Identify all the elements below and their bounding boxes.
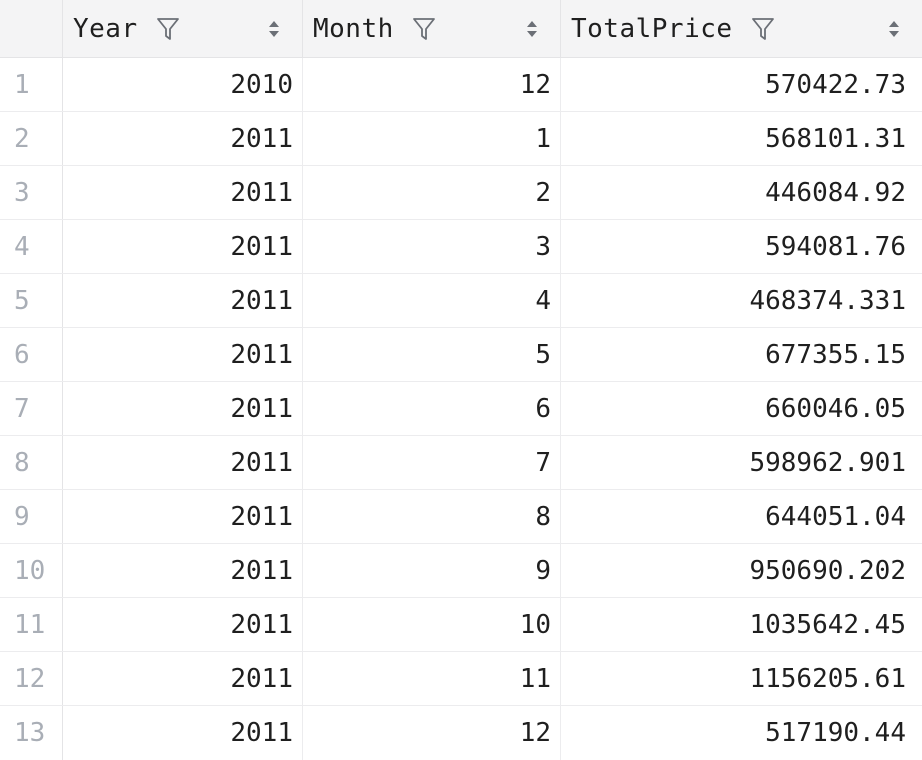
cell-month[interactable]: 2 <box>303 166 561 219</box>
cell-month[interactable]: 4 <box>303 274 561 327</box>
table-row[interactable]: 4 2011 3 594081.76 <box>0 220 922 274</box>
cell-year[interactable]: 2010 <box>63 58 303 111</box>
cell-totalprice[interactable]: 468374.331 <box>561 274 922 327</box>
cell-year[interactable]: 2011 <box>63 598 303 651</box>
row-number: 3 <box>0 166 63 219</box>
cell-month[interactable]: 12 <box>303 706 561 760</box>
row-number: 13 <box>0 706 63 760</box>
row-number: 10 <box>0 544 63 597</box>
table-row[interactable]: 10 2011 9 950690.202 <box>0 544 922 598</box>
cell-totalprice[interactable]: 660046.05 <box>561 382 922 435</box>
cell-month[interactable]: 6 <box>303 382 561 435</box>
table-row[interactable]: 2 2011 1 568101.31 <box>0 112 922 166</box>
cell-year[interactable]: 2011 <box>63 328 303 381</box>
table-row[interactable]: 5 2011 4 468374.331 <box>0 274 922 328</box>
column-header-totalprice[interactable]: TotalPrice <box>561 0 922 57</box>
cell-totalprice[interactable]: 517190.44 <box>561 706 922 760</box>
row-number: 11 <box>0 598 63 651</box>
column-header-month[interactable]: Month <box>303 0 561 57</box>
cell-totalprice[interactable]: 598962.901 <box>561 436 922 489</box>
filter-icon[interactable] <box>412 16 436 42</box>
cell-month[interactable]: 1 <box>303 112 561 165</box>
table-row[interactable]: 6 2011 5 677355.15 <box>0 328 922 382</box>
cell-year[interactable]: 2011 <box>63 544 303 597</box>
row-number: 7 <box>0 382 63 435</box>
cell-month[interactable]: 3 <box>303 220 561 273</box>
table-row[interactable]: 13 2011 12 517190.44 <box>0 706 922 760</box>
sort-icon[interactable] <box>888 20 900 38</box>
table-row[interactable]: 1 2010 12 570422.73 <box>0 58 922 112</box>
cell-year[interactable]: 2011 <box>63 436 303 489</box>
row-number: 8 <box>0 436 63 489</box>
row-number: 1 <box>0 58 63 111</box>
cell-totalprice[interactable]: 570422.73 <box>561 58 922 111</box>
cell-year[interactable]: 2011 <box>63 490 303 543</box>
grid-header: Year Month TotalPrice <box>0 0 922 58</box>
cell-totalprice[interactable]: 1156205.61 <box>561 652 922 705</box>
cell-totalprice[interactable]: 446084.92 <box>561 166 922 219</box>
row-number: 6 <box>0 328 63 381</box>
cell-totalprice[interactable]: 644051.04 <box>561 490 922 543</box>
cell-totalprice[interactable]: 594081.76 <box>561 220 922 273</box>
cell-year[interactable]: 2011 <box>63 274 303 327</box>
table-row[interactable]: 3 2011 2 446084.92 <box>0 166 922 220</box>
column-label-totalprice: TotalPrice <box>571 13 733 44</box>
cell-year[interactable]: 2011 <box>63 220 303 273</box>
cell-month[interactable]: 9 <box>303 544 561 597</box>
row-number: 2 <box>0 112 63 165</box>
filter-icon[interactable] <box>156 16 180 42</box>
grid-body: 1 2010 12 570422.73 2 2011 1 568101.31 3… <box>0 58 922 760</box>
sort-icon[interactable] <box>268 20 280 38</box>
column-header-year[interactable]: Year <box>63 0 303 57</box>
cell-month[interactable]: 7 <box>303 436 561 489</box>
column-label-year: Year <box>73 13 138 44</box>
column-label-month: Month <box>313 13 394 44</box>
row-number: 9 <box>0 490 63 543</box>
row-number: 4 <box>0 220 63 273</box>
cell-month[interactable]: 5 <box>303 328 561 381</box>
cell-month[interactable]: 10 <box>303 598 561 651</box>
results-grid: Year Month TotalPrice 1 2010 12 570422.7… <box>0 0 922 760</box>
cell-totalprice[interactable]: 677355.15 <box>561 328 922 381</box>
table-row[interactable]: 11 2011 10 1035642.45 <box>0 598 922 652</box>
cell-totalprice[interactable]: 568101.31 <box>561 112 922 165</box>
cell-totalprice[interactable]: 950690.202 <box>561 544 922 597</box>
filter-icon[interactable] <box>751 16 775 42</box>
table-row[interactable]: 7 2011 6 660046.05 <box>0 382 922 436</box>
table-row[interactable]: 8 2011 7 598962.901 <box>0 436 922 490</box>
sort-icon[interactable] <box>526 20 538 38</box>
row-number: 12 <box>0 652 63 705</box>
cell-year[interactable]: 2011 <box>63 382 303 435</box>
row-number: 5 <box>0 274 63 327</box>
cell-year[interactable]: 2011 <box>63 706 303 760</box>
cell-month[interactable]: 8 <box>303 490 561 543</box>
cell-year[interactable]: 2011 <box>63 166 303 219</box>
cell-year[interactable]: 2011 <box>63 652 303 705</box>
cell-month[interactable]: 11 <box>303 652 561 705</box>
table-row[interactable]: 9 2011 8 644051.04 <box>0 490 922 544</box>
table-row[interactable]: 12 2011 11 1156205.61 <box>0 652 922 706</box>
cell-totalprice[interactable]: 1035642.45 <box>561 598 922 651</box>
cell-year[interactable]: 2011 <box>63 112 303 165</box>
cell-month[interactable]: 12 <box>303 58 561 111</box>
row-number-header <box>0 0 63 57</box>
